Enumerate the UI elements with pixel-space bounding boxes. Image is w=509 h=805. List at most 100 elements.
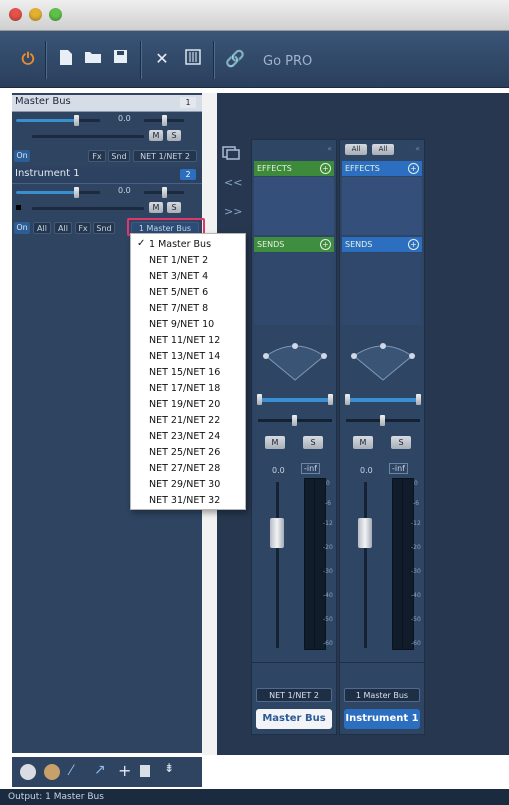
menu-item[interactable]: NET 25/NET 26	[149, 447, 220, 458]
menu-item[interactable]: NET 17/NET 18	[149, 383, 220, 394]
balance-handle	[292, 415, 297, 426]
meter-scale-label: -12	[323, 520, 333, 527]
mute-button[interactable]: M	[353, 436, 373, 449]
meter-scale-label: -20	[411, 544, 421, 551]
effects-slot-area[interactable]	[342, 177, 422, 235]
menu-item[interactable]: NET 1/NET 2	[149, 255, 208, 266]
volume-value: 0.0	[118, 186, 131, 195]
menu-item[interactable]: NET 21/NET 22	[149, 415, 220, 426]
solo-button[interactable]: S	[391, 436, 411, 449]
menu-item[interactable]: NET 9/NET 10	[149, 319, 214, 330]
effects-label: EFFECTS	[345, 164, 380, 173]
checkmark-icon: ✓	[137, 238, 146, 249]
volume-slider[interactable]	[16, 187, 100, 198]
collapse-tracks-icon[interactable]: ⇟	[164, 761, 174, 775]
pan-slider[interactable]	[144, 187, 184, 198]
fx-button[interactable]: Fx	[88, 150, 106, 162]
cube-icon[interactable]	[44, 764, 60, 780]
output-select[interactable]: NET 1/NET 2	[133, 150, 197, 162]
effects-header[interactable]: EFFECTS +	[254, 161, 334, 176]
instrument-icon[interactable]	[20, 764, 36, 780]
pan-slider[interactable]	[144, 115, 184, 126]
menu-item[interactable]: 1 Master Bus	[149, 239, 211, 250]
zoom-window-button[interactable]	[49, 8, 62, 21]
all-button-2[interactable]: All	[372, 144, 394, 155]
output-select[interactable]: NET 1/NET 2	[256, 688, 332, 702]
strip-name-button[interactable]: Instrument 1	[344, 709, 420, 729]
output-select[interactable]: 1 Master Bus	[344, 688, 420, 702]
pan-control[interactable]	[346, 338, 420, 382]
width-slider[interactable]	[346, 398, 420, 402]
meter-scale-label: -60	[411, 640, 421, 647]
tools-icon[interactable]: ✕	[152, 49, 172, 69]
volume-value: 0.0	[360, 466, 373, 475]
sends-button[interactable]: Snd	[108, 150, 130, 162]
fx-button[interactable]: Fx	[75, 222, 91, 234]
mute-button[interactable]: M	[149, 130, 163, 141]
menu-item[interactable]: NET 27/NET 28	[149, 463, 220, 474]
collapse-strip-icon[interactable]: «	[327, 144, 332, 153]
draw-tool-icon[interactable]: ⁄	[70, 763, 72, 779]
sends-slot-area[interactable]	[342, 253, 422, 325]
link-icon[interactable]: 🔗	[225, 49, 245, 69]
mixer-strip-master-bus: « EFFECTS + SENDS + M S 0.0 -inf 0 -6 -12 …	[251, 139, 337, 735]
volume-fader[interactable]	[270, 518, 284, 548]
mute-button[interactable]: M	[265, 436, 285, 449]
on-button[interactable]: On	[14, 150, 30, 162]
collapse-left-icon[interactable]: <<	[224, 176, 242, 189]
all-button-1[interactable]: All	[345, 144, 367, 155]
strip-name-button[interactable]: Master Bus	[256, 709, 332, 729]
add-send-icon[interactable]: +	[408, 239, 419, 250]
go-pro-link[interactable]: Go PRO	[263, 54, 312, 69]
menu-item[interactable]: NET 11/NET 12	[149, 335, 220, 346]
menu-item[interactable]: NET 13/NET 14	[149, 351, 220, 362]
on-button[interactable]: On	[14, 222, 30, 234]
meter-scale-label: -50	[323, 616, 333, 623]
power-icon[interactable]: ⏻	[18, 49, 38, 69]
expand-right-icon[interactable]: >>	[224, 205, 242, 218]
mute-button[interactable]: M	[149, 202, 163, 213]
menu-item[interactable]: NET 5/NET 6	[149, 287, 208, 298]
meter-scale-label: -30	[411, 568, 421, 575]
save-icon[interactable]	[110, 49, 130, 69]
solo-button[interactable]: S	[167, 202, 181, 213]
wand-icon[interactable]: ↗	[94, 762, 106, 778]
all-button-1[interactable]: All	[33, 222, 51, 234]
add-effect-icon[interactable]: +	[320, 163, 331, 174]
collapse-strip-icon[interactable]: «	[415, 144, 420, 153]
pan-control[interactable]	[258, 338, 332, 382]
menu-item[interactable]: NET 15/NET 16	[149, 367, 220, 378]
effects-header[interactable]: EFFECTS +	[342, 161, 422, 176]
sends-header[interactable]: SENDS +	[254, 237, 334, 252]
menu-item[interactable]: NET 23/NET 24	[149, 431, 220, 442]
sends-header[interactable]: SENDS +	[342, 237, 422, 252]
mixer-settings-icon[interactable]	[183, 49, 203, 69]
menu-item[interactable]: NET 3/NET 4	[149, 271, 208, 282]
menu-item[interactable]: NET 29/NET 30	[149, 479, 220, 490]
width-right-handle	[416, 394, 421, 405]
mixer-view-icon[interactable]	[222, 145, 242, 161]
track-header[interactable]: Instrument 1 2	[12, 167, 202, 184]
minimize-window-button[interactable]	[29, 8, 42, 21]
width-slider[interactable]	[258, 398, 332, 402]
sends-button[interactable]: Snd	[93, 222, 115, 234]
menu-item[interactable]: NET 7/NET 8	[149, 303, 208, 314]
add-send-icon[interactable]: +	[320, 239, 331, 250]
open-folder-icon[interactable]	[83, 49, 103, 69]
solo-button[interactable]: S	[303, 436, 323, 449]
track-header[interactable]: Master Bus 1	[12, 95, 202, 112]
volume-slider[interactable]	[16, 115, 100, 126]
new-document-icon[interactable]	[56, 49, 76, 69]
sends-slot-area[interactable]	[254, 253, 334, 325]
all-button-2[interactable]: All	[54, 222, 72, 234]
effects-slot-area[interactable]	[254, 177, 334, 235]
close-window-button[interactable]	[9, 8, 22, 21]
menu-item[interactable]: NET 19/NET 20	[149, 399, 220, 410]
add-effect-icon[interactable]: +	[408, 163, 419, 174]
menu-item[interactable]: NET 31/NET 32	[149, 495, 220, 506]
volume-fader[interactable]	[358, 518, 372, 548]
solo-button[interactable]: S	[167, 130, 181, 141]
add-track-icon[interactable]: +	[118, 761, 131, 780]
track-master-bus[interactable]: Master Bus 1 0.0 M S On Fx Snd NET 1/NET…	[12, 95, 202, 162]
delete-icon[interactable]	[140, 765, 150, 777]
